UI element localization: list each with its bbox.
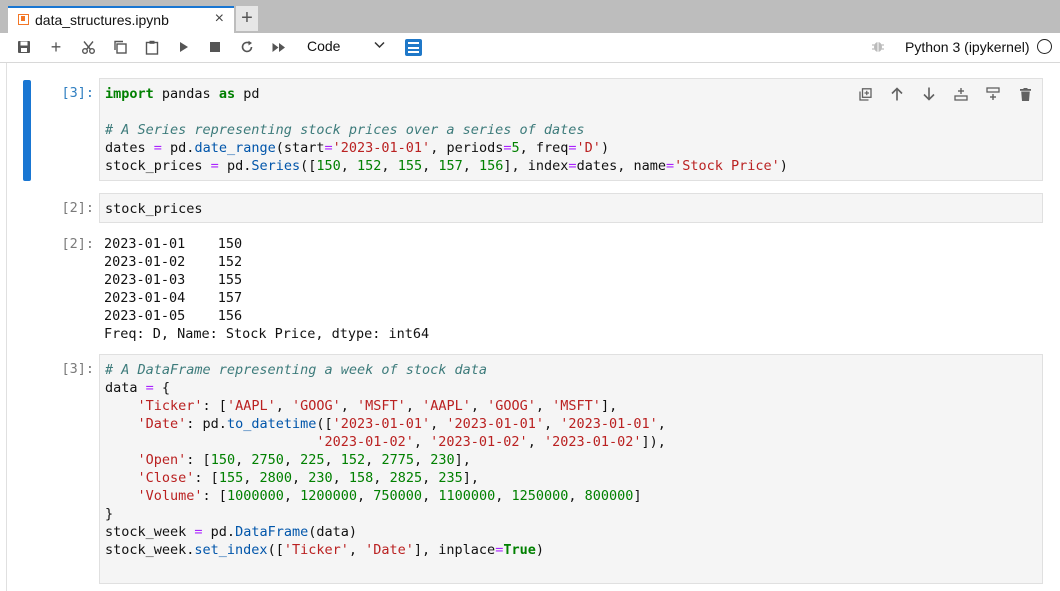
paste-icon[interactable] bbox=[142, 37, 162, 57]
notebook-panel: [3]: import pandas as pd # A Series repr… bbox=[0, 63, 1060, 591]
tab-title: data_structures.ipynb bbox=[35, 12, 169, 28]
notebook-toolbar: + Code Python 3 (ipykernel) bbox=[0, 33, 1060, 63]
insert-above-icon[interactable] bbox=[951, 84, 971, 104]
delete-cell-icon[interactable] bbox=[1015, 84, 1035, 104]
move-up-icon[interactable] bbox=[887, 84, 907, 104]
divider bbox=[6, 63, 7, 591]
tab-close-icon[interactable]: × bbox=[215, 10, 224, 28]
bug-icon[interactable] bbox=[871, 39, 885, 56]
input-prompt: [3]: bbox=[61, 361, 94, 377]
move-down-icon[interactable] bbox=[919, 84, 939, 104]
save-icon[interactable] bbox=[14, 37, 34, 57]
cell-output: 2023-01-01 150 2023-01-02 152 2023-01-03… bbox=[104, 236, 430, 342]
code-text[interactable]: stock_prices bbox=[105, 200, 203, 218]
code-cell-editor[interactable]: # A DataFrame representing a week of sto… bbox=[99, 354, 1043, 584]
code-text[interactable]: import pandas as pd # A Series represent… bbox=[105, 85, 788, 175]
fast-forward-icon[interactable] bbox=[269, 37, 289, 57]
run-icon[interactable] bbox=[174, 37, 194, 57]
input-prompt: [3]: bbox=[61, 85, 94, 101]
property-inspector-icon[interactable] bbox=[405, 39, 422, 56]
output-prompt: [2]: bbox=[61, 236, 94, 252]
new-tab-button[interactable]: + bbox=[236, 6, 258, 31]
input-prompt: [2]: bbox=[61, 200, 94, 216]
tab-notebook[interactable]: data_structures.ipynb × bbox=[8, 6, 234, 33]
cell-type-select[interactable]: Code bbox=[307, 38, 340, 54]
add-cell-icon[interactable]: + bbox=[46, 37, 66, 57]
code-cell-editor[interactable]: import pandas as pd # A Series represent… bbox=[99, 78, 1043, 181]
cell-collapser[interactable] bbox=[23, 80, 31, 181]
chevron-down-icon[interactable] bbox=[374, 38, 385, 52]
code-cell-editor[interactable]: stock_prices bbox=[99, 193, 1043, 223]
tab-bar: data_structures.ipynb × + bbox=[0, 0, 1060, 33]
kernel-status-icon bbox=[1037, 39, 1052, 54]
duplicate-cell-icon[interactable] bbox=[855, 84, 875, 104]
code-text[interactable]: # A DataFrame representing a week of sto… bbox=[105, 361, 666, 559]
notebook-icon bbox=[18, 14, 29, 25]
copy-icon[interactable] bbox=[110, 37, 130, 57]
restart-icon[interactable] bbox=[237, 37, 257, 57]
cut-icon[interactable] bbox=[78, 37, 98, 57]
kernel-name[interactable]: Python 3 (ipykernel) bbox=[905, 39, 1030, 55]
insert-below-icon[interactable] bbox=[983, 84, 1003, 104]
stop-icon[interactable] bbox=[205, 37, 225, 57]
